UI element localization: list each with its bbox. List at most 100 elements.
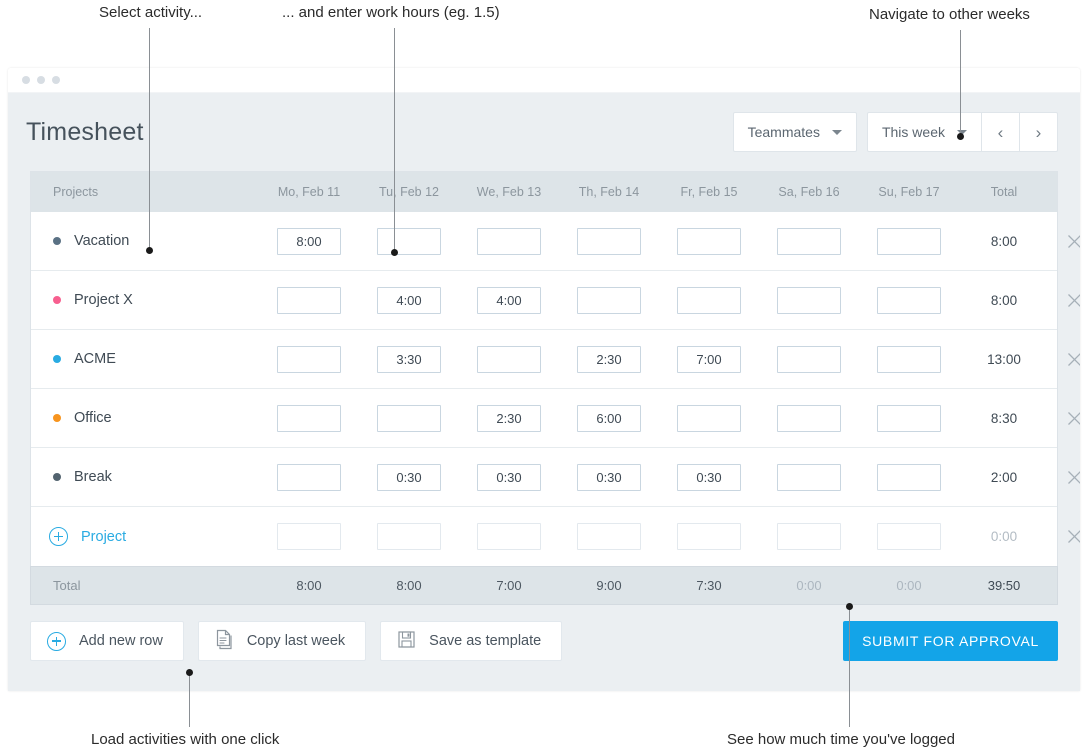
save-as-template-label: Save as template <box>429 633 541 649</box>
hours-cell: 4:00 <box>459 287 559 314</box>
hours-input[interactable]: 6:00 <box>577 405 641 432</box>
hours-input[interactable] <box>477 228 541 255</box>
week-dropdown-label: This week <box>882 124 945 140</box>
hours-input[interactable] <box>777 287 841 314</box>
row-total: 8:30 <box>959 411 1049 426</box>
hours-cell <box>359 523 459 550</box>
hours-input[interactable]: 4:00 <box>477 287 541 314</box>
app-header: Timesheet Teammates This week ‹ › <box>8 93 1080 171</box>
hours-cell <box>259 346 359 373</box>
hours-cell <box>859 523 959 550</box>
delete-row-button[interactable] <box>1049 469 1080 486</box>
copy-icon <box>215 629 234 654</box>
hours-input[interactable] <box>577 228 641 255</box>
project-name: Break <box>74 469 112 485</box>
submit-for-approval-button[interactable]: SUBMIT FOR APPROVAL <box>843 621 1058 661</box>
hours-input[interactable]: 0:30 <box>577 464 641 491</box>
hours-input[interactable]: 0:30 <box>477 464 541 491</box>
floppy-disk-icon <box>397 630 416 653</box>
add-new-row-button[interactable]: Add new row <box>30 621 184 661</box>
hours-cell <box>459 346 559 373</box>
hours-input[interactable]: 8:00 <box>277 228 341 255</box>
chevron-left-icon: ‹ <box>998 124 1004 141</box>
hours-input[interactable] <box>477 523 541 550</box>
hours-input[interactable] <box>277 405 341 432</box>
delete-row-button[interactable] <box>1049 528 1080 545</box>
hours-input[interactable]: 0:30 <box>677 464 741 491</box>
project-cell[interactable]: Break <box>31 469 259 485</box>
copy-last-week-button[interactable]: Copy last week <box>198 621 366 661</box>
project-cell[interactable]: Vacation <box>31 233 259 249</box>
hours-input[interactable]: 2:30 <box>577 346 641 373</box>
hours-input[interactable] <box>777 523 841 550</box>
week-dropdown[interactable]: This week <box>868 113 981 151</box>
column-header-day-5: Fr, Feb 15 <box>659 185 759 199</box>
delete-row-button[interactable] <box>1049 292 1080 309</box>
hours-cell <box>359 228 459 255</box>
window-maximize-dot[interactable] <box>52 76 60 84</box>
project-cell[interactable]: Project X <box>31 292 259 308</box>
hours-input[interactable] <box>877 464 941 491</box>
save-as-template-button[interactable]: Save as template <box>380 621 562 661</box>
hours-input[interactable] <box>677 523 741 550</box>
hours-input[interactable] <box>377 228 441 255</box>
row-total: 8:00 <box>959 293 1049 308</box>
hours-cell: 6:00 <box>559 405 659 432</box>
hours-input[interactable] <box>677 405 741 432</box>
hours-input[interactable] <box>777 405 841 432</box>
window-close-dot[interactable] <box>22 76 30 84</box>
project-color-dot <box>53 296 61 304</box>
hours-input[interactable]: 7:00 <box>677 346 741 373</box>
hours-input[interactable] <box>277 523 341 550</box>
project-cell[interactable]: ACME <box>31 351 259 367</box>
prev-week-button[interactable]: ‹ <box>981 113 1019 151</box>
teammates-dropdown[interactable]: Teammates <box>733 112 857 152</box>
hours-input[interactable] <box>677 287 741 314</box>
row-total: 13:00 <box>959 352 1049 367</box>
hours-input[interactable] <box>577 523 641 550</box>
hours-cell <box>859 228 959 255</box>
hours-input[interactable]: 2:30 <box>477 405 541 432</box>
hours-cell <box>259 287 359 314</box>
window-titlebar <box>8 68 1080 93</box>
timesheet-table: Projects Mo, Feb 11 Tu, Feb 12 We, Feb 1… <box>30 171 1058 566</box>
delete-row-button[interactable] <box>1049 351 1080 368</box>
hours-input[interactable] <box>877 405 941 432</box>
hours-cell <box>759 287 859 314</box>
hours-input[interactable]: 0:30 <box>377 464 441 491</box>
hours-input[interactable] <box>777 464 841 491</box>
hours-input[interactable] <box>577 287 641 314</box>
hours-input[interactable]: 4:00 <box>377 287 441 314</box>
project-name: Project X <box>74 292 133 308</box>
column-header-day-3: We, Feb 13 <box>459 185 559 199</box>
hours-cell: 2:30 <box>459 405 559 432</box>
hours-input[interactable] <box>877 287 941 314</box>
hours-input[interactable] <box>777 228 841 255</box>
hours-cell <box>859 405 959 432</box>
hours-input[interactable] <box>877 523 941 550</box>
delete-row-button[interactable] <box>1049 233 1080 250</box>
hours-input[interactable] <box>377 523 441 550</box>
hours-input[interactable] <box>877 228 941 255</box>
annotation-navigate-weeks: Navigate to other weeks <box>869 6 1030 23</box>
hours-cell: 0:30 <box>359 464 459 491</box>
delete-row-button[interactable] <box>1049 410 1080 427</box>
row-total: 0:00 <box>959 529 1049 544</box>
close-icon <box>1066 351 1081 368</box>
project-cell[interactable]: Office <box>31 410 259 426</box>
hours-input[interactable]: 3:30 <box>377 346 441 373</box>
next-week-button[interactable]: › <box>1019 113 1057 151</box>
hours-input[interactable] <box>677 228 741 255</box>
project-color-dot <box>53 237 61 245</box>
copy-last-week-label: Copy last week <box>247 633 345 649</box>
hours-input[interactable] <box>877 346 941 373</box>
hours-input[interactable] <box>477 346 541 373</box>
footer-actions: Add new row Copy last week <box>30 621 1058 661</box>
hours-input[interactable] <box>777 346 841 373</box>
window-minimize-dot[interactable] <box>37 76 45 84</box>
hours-input[interactable] <box>277 464 341 491</box>
add-project-button[interactable]: Project <box>31 527 259 546</box>
hours-input[interactable] <box>277 287 341 314</box>
hours-input[interactable] <box>277 346 341 373</box>
hours-input[interactable] <box>377 405 441 432</box>
